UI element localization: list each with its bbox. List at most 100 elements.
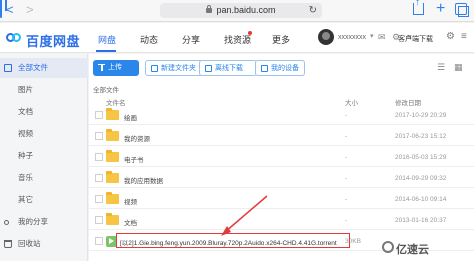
client-download-link[interactable]: 客户端下载 — [398, 34, 433, 44]
active-nav-underline — [96, 50, 116, 52]
row-checkbox[interactable] — [95, 237, 103, 245]
file-name[interactable]: 绘画 — [124, 112, 137, 122]
table-row[interactable]: 我的资源 - 2017-06-23 15:12 — [89, 127, 474, 146]
table-row[interactable]: 视频 - 2014-06-10 09:14 — [89, 190, 474, 209]
sidebar-item-images[interactable]: 图片 — [0, 80, 88, 100]
table-row[interactable]: 电子书 - 2016-05-03 15:29 — [89, 148, 474, 167]
file-name[interactable]: 我的应用数据 — [124, 175, 163, 185]
offline-download-button[interactable]: 离线下载 — [199, 60, 257, 76]
folder-icon — [106, 192, 119, 204]
row-checkbox[interactable] — [95, 132, 103, 140]
file-date: 2016-05-03 15:29 — [395, 154, 447, 161]
sidebar-item-documents[interactable]: 文档 — [0, 102, 88, 122]
trash-icon — [4, 240, 12, 248]
file-list-panel: 上传 新建文件夹 离线下载 我的设备 ☰ ▦ 全部文件 文件名 大小 修改日期 … — [89, 54, 474, 261]
list-view-icon[interactable]: ☰ — [437, 62, 445, 73]
sidebar-item-label: 音乐 — [18, 173, 33, 182]
sidebar-item-label: 全部文件 — [18, 63, 48, 72]
folder-icon — [106, 129, 119, 141]
watermark-logo-icon — [382, 241, 394, 253]
file-date: 2013-01-16 20:37 — [395, 217, 447, 224]
nav-share[interactable]: 分享 — [182, 33, 200, 46]
new-tab-button[interactable]: + — [436, 0, 445, 18]
share-icon[interactable] — [413, 0, 424, 15]
upload-button[interactable]: 上传 — [93, 60, 139, 76]
my-devices-button[interactable]: 我的设备 — [255, 60, 305, 76]
table-row[interactable]: 文档 - 2013-01-16 20:37 — [89, 211, 474, 230]
offline-download-label: 离线下载 — [215, 65, 243, 72]
nav-netdisk[interactable]: 网盘 — [98, 33, 116, 46]
table-row[interactable]: 我的应用数据 - 2014-09-29 09:32 — [89, 169, 474, 188]
sidebar-item-all-files[interactable]: 全部文件 — [0, 58, 88, 78]
chevron-down-icon[interactable]: ▾ — [370, 32, 374, 40]
share-icon — [4, 220, 9, 225]
sidebar-item-label: 其它 — [18, 195, 33, 204]
sidebar-item-label: 回收站 — [18, 239, 41, 248]
sidebar-item-other[interactable]: 其它 — [0, 190, 88, 210]
highlight-box — [116, 233, 350, 248]
folder-icon — [106, 108, 119, 120]
menu-icon[interactable]: ≡ — [461, 31, 467, 42]
file-size: - — [345, 217, 348, 224]
nav-more[interactable]: 更多 — [272, 33, 290, 46]
sidebar-item-videos[interactable]: 视频 — [0, 124, 88, 144]
watermark: 亿速云 — [396, 244, 429, 256]
file-size: - — [345, 175, 348, 182]
row-checkbox[interactable] — [95, 111, 103, 119]
app-header: 百度网盘 网盘 动态 分享 找资源 更多 xxxxxxxx ▾ ✉ ⚙ ≡ 客户… — [0, 23, 474, 53]
row-checkbox[interactable] — [95, 216, 103, 224]
nav-find-resources[interactable]: 找资源 — [224, 33, 251, 46]
file-date: 2014-09-29 09:32 — [395, 175, 447, 182]
grid-view-icon[interactable]: ▦ — [454, 62, 463, 73]
tabs-overview-icon[interactable] — [455, 3, 469, 17]
table-row[interactable]: 绘画 - 2017-10-29 20:29 — [89, 106, 474, 125]
sidebar: 全部文件 图片 文档 视频 种子 音乐 其它 我的分享 回收站 — [0, 54, 88, 261]
file-date: 2017-06-23 15:12 — [395, 133, 447, 140]
folder-icon — [106, 171, 119, 183]
new-folder-button[interactable]: 新建文件夹 — [145, 60, 203, 76]
nav-activity[interactable]: 动态 — [140, 33, 158, 46]
file-size: - — [345, 196, 348, 203]
folder-icon — [106, 213, 119, 225]
new-folder-label: 新建文件夹 — [161, 65, 196, 72]
file-name[interactable]: 视频 — [124, 196, 137, 206]
file-name[interactable]: 我的资源 — [124, 133, 150, 143]
back-button[interactable]: < — [6, 3, 14, 17]
username[interactable]: xxxxxxxx — [338, 34, 366, 41]
address-bar[interactable]: pan.baidu.com ↻ — [160, 3, 322, 18]
sidebar-item-music[interactable]: 音乐 — [0, 168, 88, 188]
sidebar-item-torrents[interactable]: 种子 — [0, 146, 88, 166]
file-size: - — [345, 154, 348, 161]
breadcrumb[interactable]: 全部文件 — [93, 84, 119, 94]
upload-icon — [98, 64, 105, 71]
row-checkbox[interactable] — [95, 174, 103, 182]
file-size: - — [345, 133, 348, 140]
gear-icon[interactable]: ⚙ — [446, 31, 455, 42]
file-date: 2014-06-10 09:14 — [395, 196, 447, 203]
sidebar-item-my-shares[interactable]: 我的分享 — [0, 212, 88, 232]
forward-button[interactable]: > — [26, 3, 34, 17]
sidebar-item-label: 我的分享 — [18, 217, 48, 226]
new-folder-icon — [151, 65, 158, 72]
sidebar-item-label: 图片 — [18, 85, 33, 94]
sidebar-item-label: 种子 — [18, 151, 33, 160]
url-text: pan.baidu.com — [216, 5, 276, 15]
file-name[interactable]: 电子书 — [124, 154, 144, 164]
lock-icon — [206, 5, 213, 13]
notification-dot — [248, 31, 252, 35]
device-icon — [261, 65, 268, 72]
row-checkbox[interactable] — [95, 195, 103, 203]
row-checkbox[interactable] — [95, 153, 103, 161]
reload-icon[interactable]: ↻ — [309, 3, 317, 18]
sidebar-item-label: 文档 — [18, 107, 33, 116]
bookmarks-icon[interactable] — [0, 0, 2, 18]
folder-icon — [4, 64, 12, 72]
avatar[interactable] — [318, 29, 334, 45]
file-name[interactable]: 文档 — [124, 217, 137, 227]
my-devices-label: 我的设备 — [271, 65, 299, 72]
upload-label: 上传 — [108, 64, 122, 71]
brand-name[interactable]: 百度网盘 — [26, 31, 80, 50]
sidebar-item-recycle-bin[interactable]: 回收站 — [0, 234, 88, 254]
baidu-netdisk-logo-icon[interactable] — [6, 30, 22, 44]
download-icon — [205, 65, 212, 72]
